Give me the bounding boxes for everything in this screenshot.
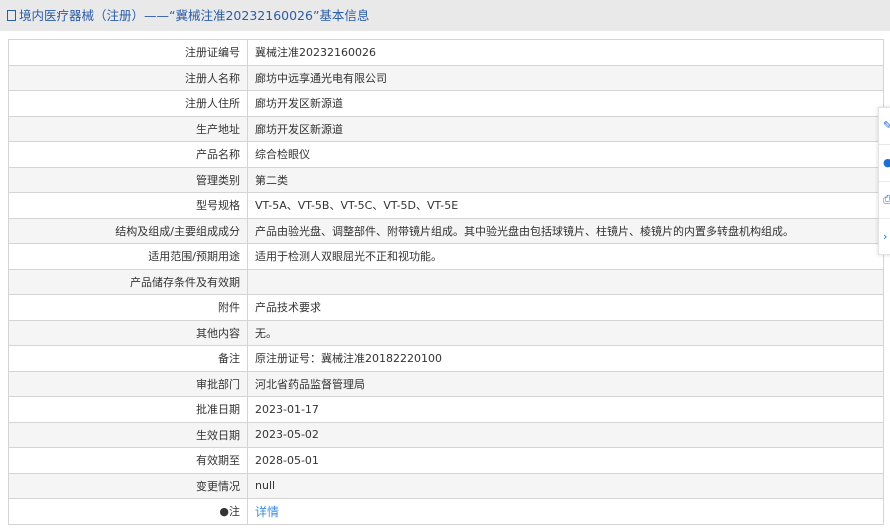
pin-icon: ● <box>219 505 229 519</box>
table-row: 管理类别 第二类 <box>8 166 884 193</box>
document-icon <box>7 10 16 21</box>
field-value: 产品由验光盘、调整部件、附带镜片组成。其中验光盘由包括球镜片、柱镜片、棱镜片的内… <box>247 217 884 244</box>
field-label: 有效期至 <box>8 447 248 474</box>
field-label: 注册证编号 <box>8 39 248 66</box>
table-row: 附件 产品技术要求 <box>8 294 884 321</box>
table-row: 结构及组成/主要组成成分 产品由验光盘、调整部件、附带镜片组成。其中验光盘由包括球… <box>8 217 884 244</box>
table-row: 批准日期 2023-01-17 <box>8 396 884 423</box>
field-label: ●注 <box>8 498 248 525</box>
print-icon[interactable]: ⎙ <box>879 182 890 219</box>
field-value: 第二类 <box>247 166 884 193</box>
field-value: 综合检眼仪 <box>247 141 884 168</box>
field-value: 2023-01-17 <box>247 396 884 423</box>
table-row: 注册人住所 廊坊开发区新源道 <box>8 90 884 117</box>
table-row: 注册人名称 廊坊中远享通光电有限公司 <box>8 64 884 91</box>
field-label: 型号规格 <box>8 192 248 219</box>
table-row: 适用范围/预期用途 适用于检测人双眼屈光不正和视功能。 <box>8 243 884 270</box>
field-value: 河北省药品监督管理局 <box>247 370 884 397</box>
field-label: 附件 <box>8 294 248 321</box>
field-label: 其他内容 <box>8 319 248 346</box>
table-row: 生效日期 2023-05-02 <box>8 421 884 448</box>
side-toolbar: ✎ ● ⎙ › <box>878 107 890 255</box>
field-label: 适用范围/预期用途 <box>8 243 248 270</box>
field-label: 审批部门 <box>8 370 248 397</box>
table-row: ●注 详情 <box>8 498 884 525</box>
note-label: 注 <box>229 505 240 519</box>
field-value: null <box>247 472 884 499</box>
field-value: 廊坊开发区新源道 <box>247 115 884 142</box>
field-value: 2023-05-02 <box>247 421 884 448</box>
field-label: 注册人住所 <box>8 90 248 117</box>
field-label: 产品名称 <box>8 141 248 168</box>
page-title: 境内医疗器械（注册）——“冀械注准20232160026”基本信息 <box>19 8 370 23</box>
table-row: 审批部门 河北省药品监督管理局 <box>8 370 884 397</box>
field-value: 无。 <box>247 319 884 346</box>
field-label: 管理类别 <box>8 166 248 193</box>
table-row: 产品名称 综合检眼仪 <box>8 141 884 168</box>
field-value: 详情 <box>247 498 884 525</box>
help-icon[interactable]: ● <box>879 145 890 182</box>
table-row: 有效期至 2028-05-01 <box>8 447 884 474</box>
field-label: 生效日期 <box>8 421 248 448</box>
field-label: 注册人名称 <box>8 64 248 91</box>
table-row: 型号规格 VT-5A、VT-5B、VT-5C、VT-5D、VT-5E <box>8 192 884 219</box>
field-label: 批准日期 <box>8 396 248 423</box>
table-row: 备注 原注册证号：冀械注准20182220100 <box>8 345 884 372</box>
field-value: 廊坊中远享通光电有限公司 <box>247 64 884 91</box>
edit-icon[interactable]: ✎ <box>879 108 890 145</box>
table-row: 变更情况 null <box>8 472 884 499</box>
field-label: 变更情况 <box>8 472 248 499</box>
field-value: VT-5A、VT-5B、VT-5C、VT-5D、VT-5E <box>247 192 884 219</box>
field-value: 冀械注准20232160026 <box>247 39 884 66</box>
field-label: 产品储存条件及有效期 <box>8 268 248 295</box>
field-value: 适用于检测人双眼屈光不正和视功能。 <box>247 243 884 270</box>
field-value: 原注册证号：冀械注准20182220100 <box>247 345 884 372</box>
field-value: 产品技术要求 <box>247 294 884 321</box>
info-table: 注册证编号 冀械注准20232160026 注册人名称 廊坊中远享通光电有限公司 注册人… <box>8 39 884 525</box>
field-value: 2028-05-01 <box>247 447 884 474</box>
field-label: 生产地址 <box>8 115 248 142</box>
field-label: 结构及组成/主要组成成分 <box>8 217 248 244</box>
field-label: 备注 <box>8 345 248 372</box>
table-row: 注册证编号 冀械注准20232160026 <box>8 39 884 66</box>
table-row: 产品储存条件及有效期 <box>8 268 884 295</box>
table-row: 生产地址 廊坊开发区新源道 <box>8 115 884 142</box>
collapse-icon[interactable]: › <box>879 219 890 255</box>
table-row: 其他内容 无。 <box>8 319 884 346</box>
field-value: 廊坊开发区新源道 <box>247 90 884 117</box>
page-header: 境内医疗器械（注册）——“冀械注准20232160026”基本信息 <box>0 0 890 31</box>
details-link[interactable]: 详情 <box>255 505 279 519</box>
field-value <box>247 268 884 295</box>
